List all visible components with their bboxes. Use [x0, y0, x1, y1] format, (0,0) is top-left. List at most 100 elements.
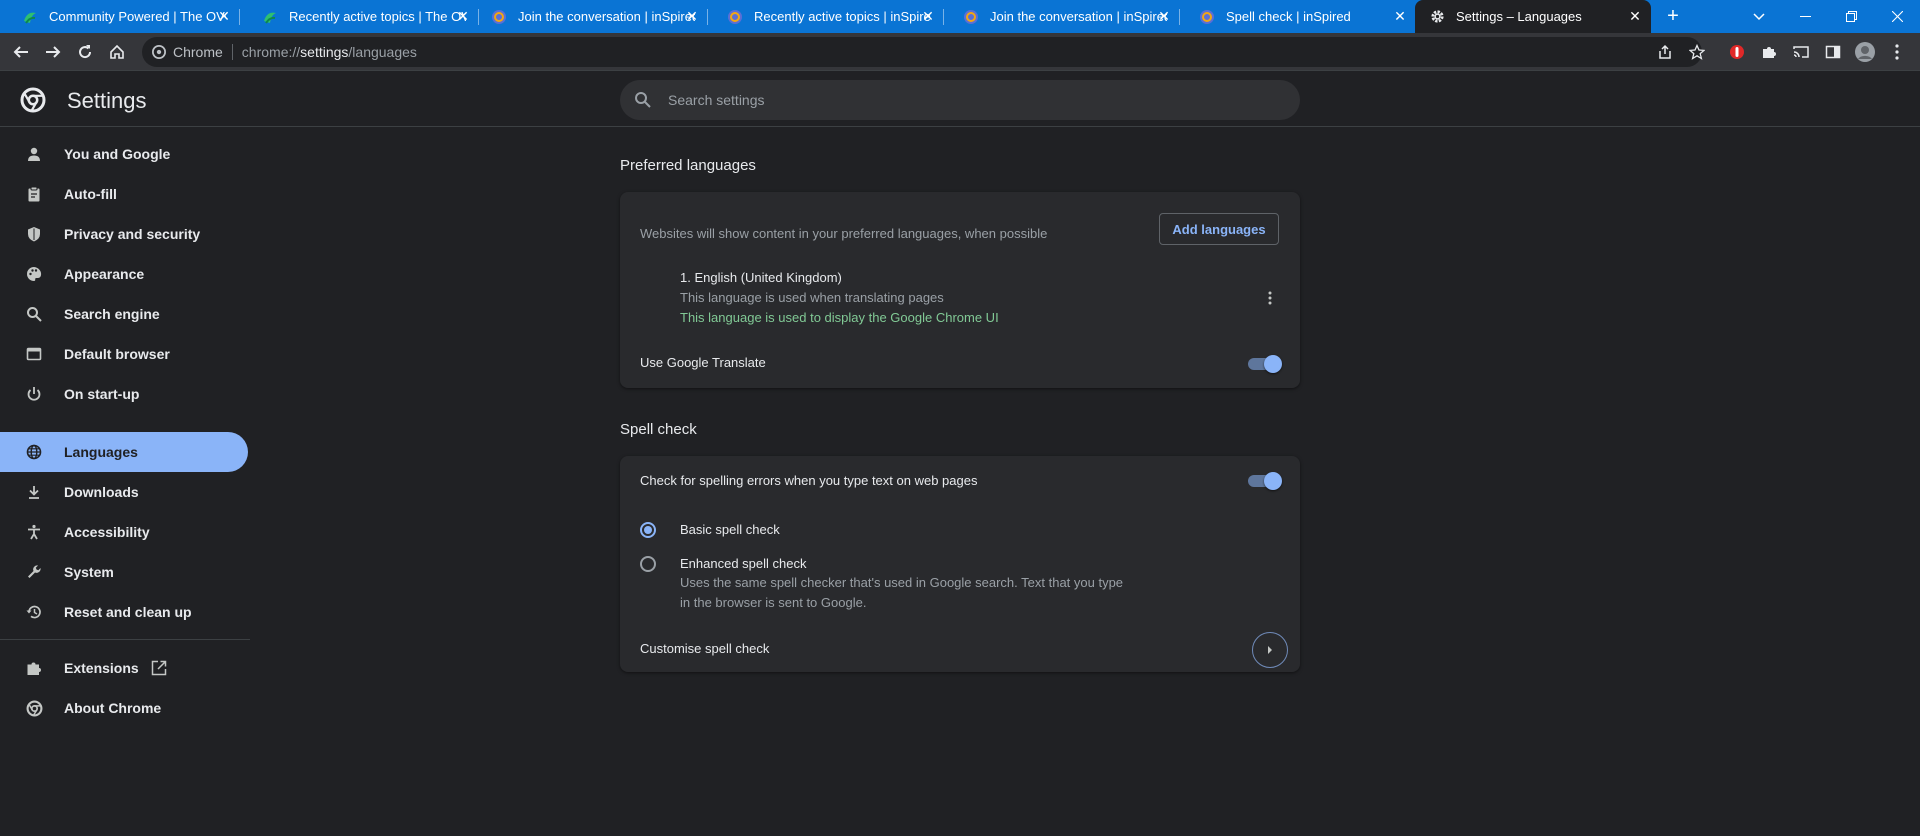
sidebar-item-privacy[interactable]: Privacy and security [0, 214, 248, 254]
enhanced-spell-check-description-2: in the browser is sent to Google. [680, 595, 867, 610]
close-icon[interactable]: ✕ [684, 8, 700, 24]
shield-icon [24, 224, 44, 244]
close-icon[interactable]: ✕ [216, 8, 232, 24]
palette-icon [24, 264, 44, 284]
chrome-icon [152, 45, 166, 59]
sidebar-item-label: Privacy and security [64, 226, 201, 242]
reload-button[interactable] [72, 39, 98, 65]
toggle-knob [1264, 355, 1282, 373]
enhanced-spell-check-label: Enhanced spell check [680, 556, 807, 571]
cast-icon[interactable] [1788, 39, 1814, 65]
inspired-favicon-icon [963, 9, 979, 25]
tab-title: Recently active topics | The OVO [289, 9, 466, 24]
extensions-puzzle-icon [24, 658, 44, 678]
sidebar-item-reset[interactable]: Reset and clean up [0, 592, 248, 632]
use-google-translate-label: Use Google Translate [640, 355, 766, 370]
sidebar-divider [0, 639, 250, 640]
sidebar-item-label: System [64, 564, 114, 580]
profile-avatar-icon[interactable] [1852, 39, 1878, 65]
tab-title: Community Powered | The OVO [49, 9, 226, 24]
minimize-button[interactable] [1782, 0, 1828, 33]
sidebar-item-system[interactable]: System [0, 552, 248, 592]
sidebar-item-label: Auto-fill [64, 186, 117, 202]
home-button[interactable] [104, 39, 130, 65]
sidebar-item-default-browser[interactable]: Default browser [0, 334, 248, 374]
sidebar-item-on-startup[interactable]: On start-up [0, 374, 248, 414]
sidebar-item-accessibility[interactable]: Accessibility [0, 512, 248, 552]
language-more-actions-icon[interactable] [1260, 288, 1280, 308]
address-bar[interactable]: Chrome chrome://settings/languages [142, 37, 1702, 67]
search-settings-box[interactable] [620, 80, 1300, 120]
restore-button[interactable] [1828, 0, 1874, 33]
site-chip[interactable]: Chrome [152, 44, 223, 60]
sidebar-item-label: Search engine [64, 306, 160, 322]
settings-header: Settings [0, 71, 1920, 127]
sidebar-item-you-and-google[interactable]: You and Google [0, 134, 248, 174]
toggle-knob [1264, 472, 1282, 490]
close-icon[interactable]: ✕ [1392, 8, 1408, 24]
accessibility-icon [24, 522, 44, 542]
sidebar-item-label: Downloads [64, 484, 139, 500]
url-host: settings [300, 44, 349, 60]
menu-kebab-icon[interactable] [1884, 39, 1910, 65]
omnibox-divider [231, 44, 233, 60]
page-title: Settings [67, 88, 147, 113]
extensions-puzzle-icon[interactable] [1756, 39, 1782, 65]
tab-join-conversation-2[interactable]: Join the conversation | inSpired ✕ [941, 0, 1180, 33]
preferred-languages-card: Websites will show content in your prefe… [620, 192, 1300, 388]
sidebar-item-autofill[interactable]: Auto-fill [0, 174, 248, 214]
tab-title: Spell check | inSpired [1226, 9, 1351, 24]
bookmark-star-icon[interactable] [1684, 39, 1710, 65]
gear-icon [1429, 9, 1445, 25]
close-icon[interactable]: ✕ [1156, 8, 1172, 24]
back-button[interactable] [8, 39, 34, 65]
tab-recently-active-ovo[interactable]: Recently active topics | The OVO ✕ [240, 0, 479, 33]
sidebar-item-about[interactable]: About Chrome [0, 688, 248, 728]
spell-check-card: Check for spelling errors when you type … [620, 456, 1300, 672]
url-text: chrome://settings/languages [242, 44, 417, 60]
customise-spell-check-label[interactable]: Customise spell check [640, 641, 769, 656]
language-ui-note: This language is used to display the Goo… [680, 310, 999, 325]
spell-check-label: Check for spelling errors when you type … [640, 473, 978, 488]
tab-spell-check[interactable]: Spell check | inSpired ✕ [1177, 0, 1416, 33]
basic-spell-check-label: Basic spell check [680, 522, 780, 537]
sidebar-item-search-engine[interactable]: Search engine [0, 294, 248, 334]
close-icon[interactable]: ✕ [920, 8, 936, 24]
sidebar-item-label: You and Google [64, 146, 171, 162]
enhanced-spell-check-radio[interactable] [640, 556, 656, 572]
sidebar-item-downloads[interactable]: Downloads [0, 472, 248, 512]
tab-title: Join the conversation | inSpired [990, 9, 1167, 24]
arrow-right-icon [1268, 646, 1272, 654]
browser-icon [24, 344, 44, 364]
google-translate-toggle[interactable] [1248, 355, 1282, 373]
close-icon[interactable]: ✕ [1627, 8, 1643, 24]
basic-spell-check-radio[interactable] [640, 522, 656, 538]
new-tab-button[interactable]: + [1650, 0, 1696, 33]
tab-community-powered[interactable]: Community Powered | The OVO ✕ [0, 0, 240, 33]
sidebar-item-appearance[interactable]: Appearance [0, 254, 248, 294]
tab-settings-languages[interactable]: Settings – Languages ✕ [1415, 0, 1651, 33]
side-panel-icon[interactable] [1820, 39, 1846, 65]
customise-spell-check-arrow-button[interactable] [1252, 632, 1288, 668]
sidebar-item-label: Extensions [64, 660, 139, 676]
chevron-down-icon[interactable] [1736, 0, 1782, 33]
spell-check-toggle[interactable] [1248, 472, 1282, 490]
section-title-spell-check: Spell check [620, 421, 697, 438]
window-close-button[interactable] [1874, 0, 1920, 33]
sidebar-item-extensions[interactable]: Extensions [0, 648, 248, 688]
external-link-icon [150, 659, 168, 677]
url-scheme: chrome:// [241, 44, 301, 60]
search-input[interactable] [668, 92, 1228, 108]
download-icon [24, 482, 44, 502]
sidebar-item-languages[interactable]: Languages [0, 432, 248, 472]
share-icon[interactable] [1652, 39, 1678, 65]
tab-join-conversation[interactable]: Join the conversation | inSpired ✕ [469, 0, 708, 33]
tab-title: Settings – Languages [1456, 9, 1582, 24]
extension-red-icon[interactable] [1724, 39, 1750, 65]
tab-recently-active-inspired[interactable]: Recently active topics | inSpired ✕ [705, 0, 944, 33]
add-languages-button[interactable]: Add languages [1159, 213, 1279, 245]
sidebar-item-label: Reset and clean up [64, 604, 192, 620]
sidebar-item-label: Accessibility [64, 524, 150, 540]
forward-button[interactable] [40, 39, 66, 65]
wrench-icon [24, 562, 44, 582]
